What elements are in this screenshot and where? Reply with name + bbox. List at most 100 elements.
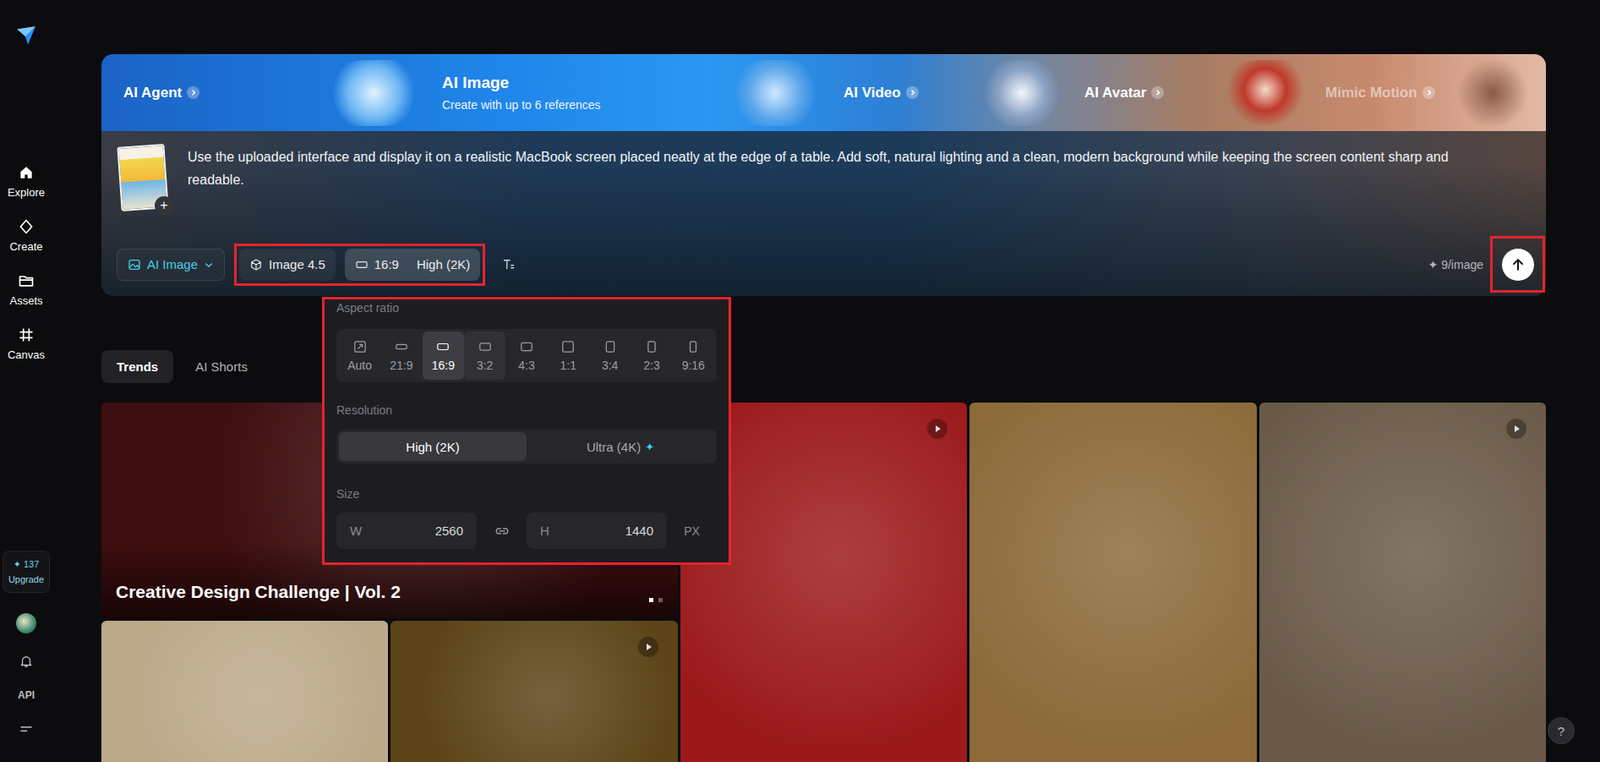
ratio-shape-icon (686, 339, 700, 354)
sidebar-item[interactable]: Create (9, 218, 43, 253)
carousel-dot[interactable] (649, 597, 654, 602)
aspect-ratio-option[interactable]: 16:9 (422, 331, 465, 380)
ratio-label: 16:9 (374, 256, 399, 272)
bell-icon[interactable] (18, 653, 34, 669)
banner-tab-title: Mimic Motion (1325, 84, 1418, 102)
carousel-dot[interactable] (658, 597, 663, 602)
feed-tab[interactable]: Trends (101, 349, 174, 383)
sidebar-item-label: Create (9, 240, 43, 253)
ratio-shape-icon (436, 339, 450, 354)
canvas-icon (17, 326, 35, 344)
aspect-ratio-option[interactable]: 2:3 (630, 331, 672, 380)
mode-dropdown[interactable]: AI Image (116, 248, 225, 281)
arrow-up-icon (1509, 256, 1527, 274)
banner-illustration (327, 60, 421, 126)
height-field[interactable]: H 1440 (526, 512, 667, 549)
credits-count: ✦ 137 (13, 558, 40, 570)
model-selector[interactable]: Image 4.5 (239, 248, 336, 281)
banner-tab[interactable]: Mimic Motion (1318, 54, 1546, 132)
mode-label: AI Image (147, 256, 198, 272)
format-selector[interactable]: 16:9 High (2K) (344, 248, 481, 281)
size-fields: W 2560 H 1440 PX (336, 512, 717, 549)
link-icon (494, 523, 510, 539)
credits-badge[interactable]: ✦ 137 Upgrade (2, 550, 50, 593)
height-field-value: 1440 (625, 523, 654, 538)
prompt-input[interactable]: Use the uploaded interface and display i… (187, 145, 1524, 192)
add-reference-button[interactable]: + (154, 196, 174, 215)
diamond-icon (17, 218, 35, 235)
aspect-ratio-option[interactable]: 4:3 (505, 331, 547, 380)
user-avatar[interactable] (16, 612, 37, 634)
aspect-lock-button[interactable] (476, 523, 527, 539)
resolution-option[interactable]: High (2K) (338, 431, 527, 461)
gallery-card[interactable] (390, 620, 678, 762)
aspect-ratio-option[interactable]: 21:9 (380, 331, 422, 380)
banner-illustration (728, 60, 822, 126)
premium-badge: ✦ (644, 440, 655, 454)
aspect-ratio-option[interactable]: 3:2 (464, 331, 506, 380)
aspect-ratio-option-label: 4:3 (518, 358, 535, 372)
banner-tab[interactable]: AI Agent (101, 54, 436, 132)
model-label: Image 4.5 (268, 256, 326, 272)
ratio-shape-icon (644, 339, 659, 354)
upgrade-link[interactable]: Upgrade (8, 573, 44, 585)
sidebar: Explore Create Assets Canvas ✦ 137 Upgra… (0, 0, 53, 762)
image-icon (127, 257, 142, 272)
cube-icon (249, 257, 263, 272)
sidebar-item[interactable]: Explore (7, 163, 45, 199)
auto-ratio-icon (353, 339, 367, 354)
ratio-shape-icon (603, 339, 618, 354)
gallery-card[interactable] (969, 402, 1256, 762)
aspect-ratio-option[interactable]: 1:1 (547, 331, 590, 380)
menu-icon[interactable] (18, 720, 34, 737)
height-field-label: H (540, 523, 550, 538)
width-field-value: 2560 (435, 523, 464, 538)
prompt-composer: + Use the uploaded interface and display… (101, 131, 1546, 296)
ratio-shape-icon (394, 339, 409, 354)
card-caption: Creative Design Challenge | Vol. 2 (115, 581, 401, 602)
aspect-ratio-option[interactable]: 3:4 (589, 331, 631, 380)
play-icon (638, 636, 659, 657)
aspect-ratio-option-label: 9:16 (682, 358, 705, 372)
resolution-option-label: Ultra (4K) (586, 439, 641, 454)
aspect-ratio-option[interactable]: 9:16 (672, 331, 715, 380)
banner-illustration (1454, 60, 1531, 126)
ratio-shape-icon (478, 339, 492, 354)
banner-tab-title-row: AI Avatar (1084, 84, 1164, 102)
help-button[interactable]: ? (1547, 716, 1575, 744)
banner-tab-text: AI Video (843, 84, 919, 102)
send-button[interactable] (1501, 248, 1535, 281)
play-icon (927, 418, 948, 439)
banner-tab[interactable]: AI Avatar (1077, 54, 1319, 132)
text-style-icon[interactable] (501, 256, 517, 273)
gallery-card[interactable] (1259, 402, 1546, 762)
aspect-ratio-option[interactable]: Auto (338, 331, 381, 380)
banner-tab-title-row: AI Image (442, 73, 601, 93)
width-field[interactable]: W 2560 (336, 512, 477, 549)
banner-illustration (981, 60, 1063, 126)
aspect-ratio-label: Aspect ratio (336, 300, 717, 315)
gallery-grid: Creative Design Challenge | Vol. 2 (101, 402, 1546, 762)
main-content: AI Agent AI Image Create with up to 6 re… (52, 0, 1600, 762)
aspect-ratio-option-label: 3:2 (476, 358, 493, 372)
resolution-toggle: High (2K) Ultra (4K) ✦ (336, 429, 717, 464)
settings-popover: Aspect ratio Auto 21:9 16:9 3:2 4:3 1:1 … (322, 296, 732, 565)
reference-attachment[interactable]: + (119, 145, 169, 212)
banner-tab[interactable]: AI Video (836, 54, 1078, 132)
sidebar-item[interactable]: Canvas (7, 326, 45, 361)
api-link[interactable]: API (17, 688, 35, 701)
size-unit: PX (666, 524, 717, 538)
feed-tabs: TrendsAI Shorts (101, 349, 1546, 383)
banner-tab-title: AI Video (843, 84, 902, 102)
logo-icon[interactable] (15, 24, 38, 47)
gallery-card[interactable] (101, 620, 388, 762)
play-icon (1506, 418, 1527, 439)
sidebar-item[interactable]: Assets (9, 272, 43, 307)
banner-tab[interactable]: AI Image Create with up to 6 references (435, 54, 837, 132)
banner-tab-text: Mimic Motion (1325, 84, 1436, 102)
resolution-option[interactable]: Ultra (4K) ✦ (526, 431, 715, 461)
folder-icon (17, 272, 35, 290)
ratio-shape-icon (561, 339, 575, 354)
chevron-right-icon (906, 86, 919, 99)
feed-tab[interactable]: AI Shorts (180, 349, 263, 383)
